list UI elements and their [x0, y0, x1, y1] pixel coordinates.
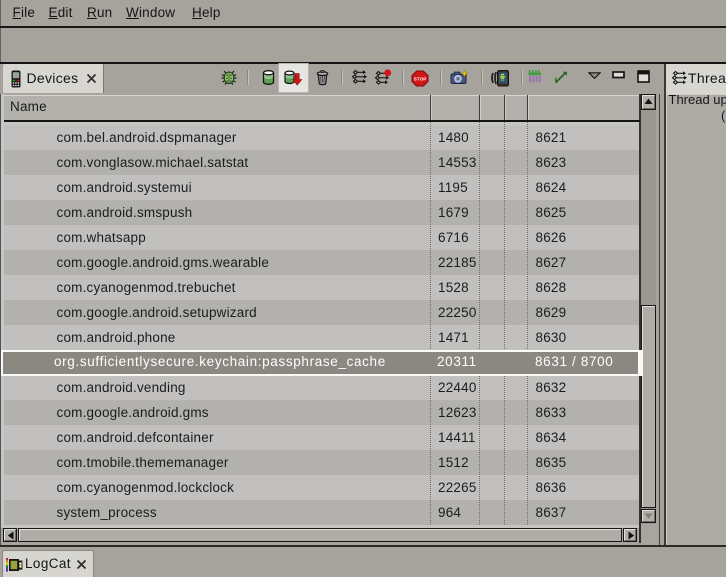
svg-text:STOP: STOP	[414, 77, 427, 82]
